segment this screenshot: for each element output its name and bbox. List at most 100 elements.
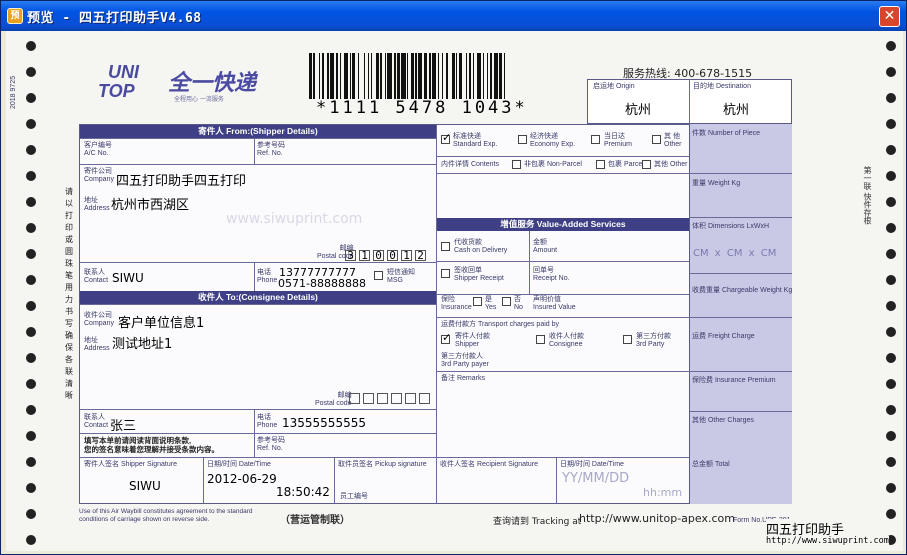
non-parcel-checkbox[interactable] (512, 160, 521, 169)
date-time-label: 日期/时间 Date/Time (207, 461, 271, 468)
tractor-hole (26, 171, 36, 181)
tractor-hole (886, 249, 896, 259)
close-button[interactable]: ✕ (879, 6, 900, 27)
barcode-bar (313, 53, 315, 99)
consignee-postcode-label: 邮编 Postal code (315, 392, 352, 407)
tractor-hole (26, 223, 36, 233)
receipt-checkbox[interactable] (441, 269, 450, 278)
barcode-bar (411, 53, 414, 99)
cod-checkbox[interactable] (441, 242, 450, 251)
barcode-bar (456, 53, 458, 99)
ac-no-label: 客户编号 A/C No. (84, 142, 112, 157)
barcode-bar (380, 53, 382, 99)
consignee-company: 客户单位信息1 (118, 316, 205, 331)
logo-slogan: 全程用心 一流服务 (174, 96, 224, 103)
logo-top: TOP (98, 81, 135, 101)
insurance-yes-checkbox[interactable] (473, 297, 482, 306)
pay-consignee-checkbox[interactable] (536, 335, 545, 344)
consignee-company-label: 收件公司 Company (84, 312, 114, 327)
barcode-bar (493, 53, 498, 99)
barcode-bar (503, 53, 505, 99)
side-instruction-char: 以 (65, 199, 73, 208)
side-instruction-char: 确 (65, 331, 73, 340)
shipper-phone-2: 0571-88888888 (278, 277, 366, 290)
tractor-hole (26, 249, 36, 259)
postcode-digit-box[interactable]: 0 (387, 250, 398, 261)
shipper-signature-label: 寄件人签名 Shipper Signature (84, 461, 177, 468)
pay-shipper-check: ✓ (442, 331, 452, 344)
postcode-digit-box[interactable]: 2 (415, 250, 426, 261)
insurance-premium-label: 保险费 Insurance Premium (692, 377, 776, 384)
barcode-bar (321, 53, 325, 99)
premium-checkbox[interactable] (591, 135, 600, 144)
side-instruction-char: 打 (65, 211, 73, 220)
barcode-bar (446, 53, 448, 99)
pickup-signature-label: 取件员签名 Pickup signature (338, 461, 427, 468)
barcode-bar (477, 53, 482, 99)
ref-no-label: 参考号码 Ref. No. (257, 142, 285, 157)
preview-app-icon: 预 (7, 8, 23, 24)
tractor-hole (886, 171, 896, 181)
watermark-domain: www.siwuprint.com (226, 211, 363, 227)
postcode-digit-box[interactable] (377, 393, 388, 404)
postcode-digit-box[interactable]: 1 (359, 250, 370, 261)
parcel-checkbox[interactable] (596, 160, 605, 169)
destination-label: 目的地 Destination (693, 83, 751, 90)
postcode-digit-box[interactable]: 1 (401, 250, 412, 261)
side-instruction-char: 晰 (65, 391, 73, 400)
barcode-bar (442, 53, 444, 99)
tractor-hole (26, 431, 36, 441)
tractor-hole (26, 275, 36, 285)
consignee-contact-label: 联系人 Contact (84, 414, 109, 429)
shipper-address-label: 地址 Address (84, 197, 110, 212)
staff-no-label: 员工编号 (340, 493, 368, 500)
tractor-hole (886, 275, 896, 285)
shipper-address: 杭州市西湖区 (111, 198, 190, 213)
standard-exp-check: ✓ (442, 131, 452, 144)
barcode-bar (394, 53, 396, 99)
origin-label: 启运地 Origin (593, 83, 635, 90)
side-instruction-char: 联 (65, 367, 73, 376)
origin-value: 杭州 (625, 103, 652, 118)
chargeable-weight-label: 收费重量 Chargeable Weight Kg (692, 287, 793, 294)
side-instruction-char: 各 (65, 355, 73, 364)
consignee-contact: 张三 (110, 419, 137, 434)
company-logo: UNI TOP 全一快递 全程用心 一流服务 (96, 61, 296, 111)
insurance-no-checkbox[interactable] (502, 297, 511, 306)
tractor-hole (26, 119, 36, 129)
postcode-digit-box[interactable] (363, 393, 374, 404)
barcode-bar (363, 53, 365, 99)
shipper-company-label: 寄件公司 Company (84, 168, 114, 183)
window-title: 预览 - 四五打印助手V4.68 (27, 11, 202, 26)
standard-exp-label: 标准快递 Standard Exp. (453, 133, 498, 148)
other-contents-checkbox[interactable] (642, 160, 651, 169)
postcode-digit-box[interactable] (419, 393, 430, 404)
barcode-bar (397, 53, 400, 99)
insurance-yes-label: 是 Yes (485, 296, 497, 311)
other-service-checkbox[interactable] (652, 135, 661, 144)
side-instruction-char: 用 (65, 283, 73, 292)
postcode-digit-box[interactable] (349, 393, 360, 404)
insurance-label: 保险 Insurance (441, 296, 472, 311)
pay-third-checkbox[interactable] (623, 335, 632, 344)
postcode-digit-box[interactable] (405, 393, 416, 404)
barcode-bar (327, 53, 329, 99)
yymmdd-placeholder: YY/MM/DD (562, 471, 630, 486)
economy-exp-checkbox[interactable] (518, 135, 527, 144)
permit-text: （营运管制联） (280, 515, 350, 526)
tractor-hole (26, 353, 36, 363)
postcode-digit-box[interactable]: 0 (373, 250, 384, 261)
barcode-number: *1111 5478 1043* (316, 98, 528, 118)
tractor-hole (26, 405, 36, 415)
sms-checkbox[interactable] (374, 271, 383, 280)
ship-date: 2012-06-29 (207, 472, 277, 486)
tracking-url[interactable]: http://www.unitop-apex.com (579, 512, 735, 525)
postcode-digit-box[interactable]: 3 (345, 250, 356, 261)
title-bar[interactable]: 预 预览 - 四五打印助手V4.68 ✕ (1, 1, 906, 31)
postcode-digit-box[interactable] (391, 393, 402, 404)
barcode-bar (352, 53, 356, 99)
barcode-bar (415, 53, 417, 99)
consignee-address-label: 地址 Address (84, 337, 110, 352)
side-instruction-char: 珠 (65, 259, 73, 268)
tractor-hole (886, 483, 896, 493)
